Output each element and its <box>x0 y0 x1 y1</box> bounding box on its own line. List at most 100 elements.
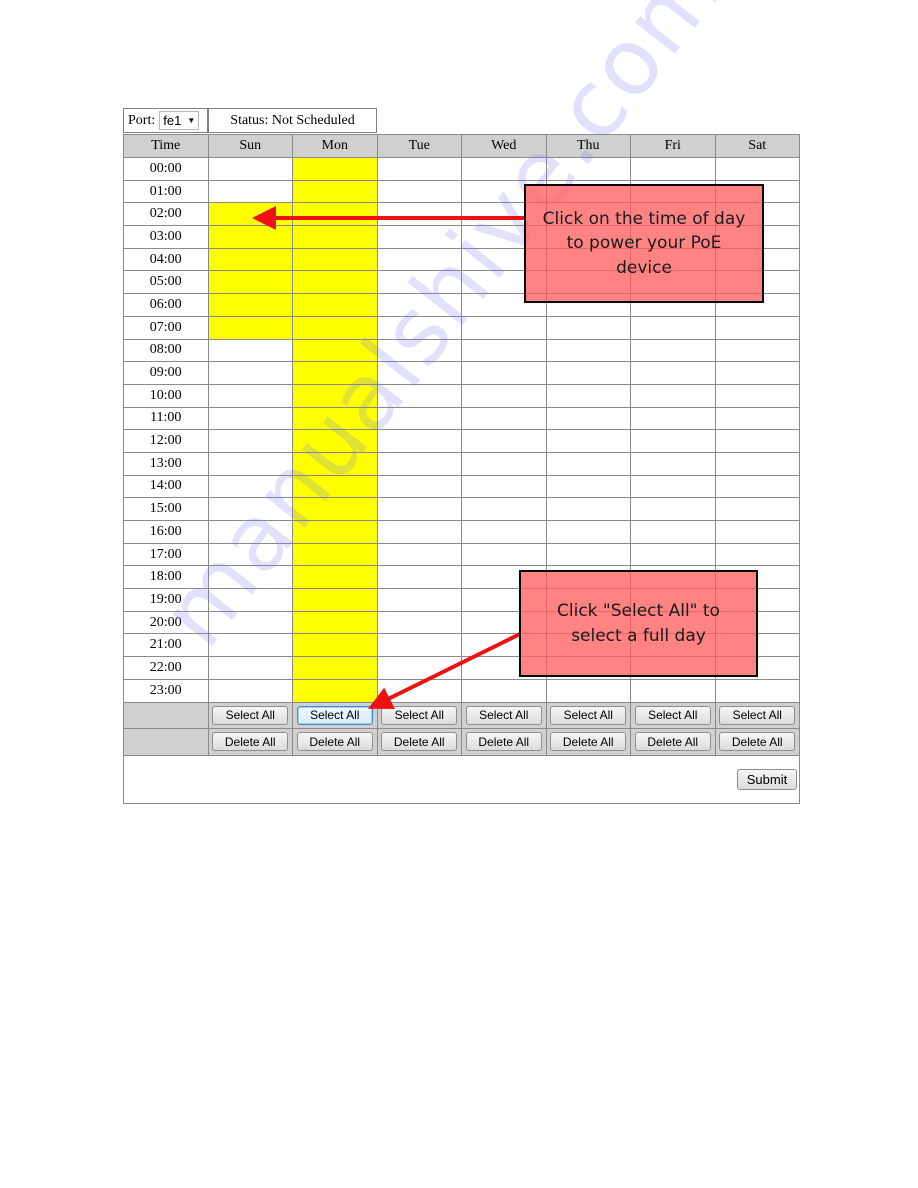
time-slot-sun-0400[interactable] <box>207 247 293 272</box>
time-slot-sat-0900[interactable] <box>714 361 800 385</box>
time-slot-sun-0500[interactable] <box>207 270 293 295</box>
time-slot-sat-1100[interactable] <box>714 406 800 431</box>
time-slot-tue-2100[interactable] <box>376 633 462 658</box>
time-slot-fri-1200[interactable] <box>630 429 716 453</box>
time-slot-sat-2300[interactable] <box>714 678 800 703</box>
time-slot-fri-0700[interactable] <box>630 315 716 340</box>
time-slot-sun-1400[interactable] <box>207 474 293 499</box>
time-slot-mon-1400[interactable] <box>292 474 378 499</box>
time-slot-sun-2300[interactable] <box>207 678 293 703</box>
time-slot-sun-0900[interactable] <box>207 361 293 385</box>
time-slot-mon-2000[interactable] <box>292 610 378 635</box>
time-slot-fri-1000[interactable] <box>630 383 716 408</box>
time-slot-sat-1600[interactable] <box>714 520 800 544</box>
time-slot-sun-0700[interactable] <box>207 315 293 340</box>
time-slot-mon-2300[interactable] <box>292 678 378 703</box>
time-slot-mon-1900[interactable] <box>292 588 378 612</box>
time-slot-mon-0500[interactable] <box>292 270 378 295</box>
time-slot-tue-0700[interactable] <box>376 315 462 340</box>
time-slot-sun-1700[interactable] <box>207 542 293 567</box>
time-slot-fri-1300[interactable] <box>630 451 716 476</box>
time-slot-mon-1800[interactable] <box>292 565 378 590</box>
time-slot-mon-2100[interactable] <box>292 633 378 658</box>
time-slot-wed-1100[interactable] <box>461 406 547 431</box>
time-slot-wed-0000[interactable] <box>461 157 547 181</box>
time-slot-tue-1200[interactable] <box>376 429 462 453</box>
time-slot-sun-1200[interactable] <box>207 429 293 453</box>
time-slot-sun-2200[interactable] <box>207 656 293 680</box>
time-slot-sat-1400[interactable] <box>714 474 800 499</box>
time-slot-sun-1600[interactable] <box>207 520 293 544</box>
time-slot-thu-2300[interactable] <box>545 678 631 703</box>
time-slot-mon-1700[interactable] <box>292 542 378 567</box>
time-slot-sat-1300[interactable] <box>714 451 800 476</box>
time-slot-thu-1600[interactable] <box>545 520 631 544</box>
time-slot-sat-0700[interactable] <box>714 315 800 340</box>
time-slot-mon-0000[interactable] <box>292 157 378 181</box>
delete-all-button-sat[interactable]: Delete All <box>719 732 796 752</box>
time-slot-mon-0200[interactable] <box>292 202 378 227</box>
time-slot-mon-1600[interactable] <box>292 520 378 544</box>
time-slot-fri-2300[interactable] <box>630 678 716 703</box>
submit-button[interactable]: Submit <box>737 769 797 790</box>
time-slot-wed-0700[interactable] <box>461 315 547 340</box>
time-slot-sun-1500[interactable] <box>207 497 293 521</box>
time-slot-wed-0800[interactable] <box>461 338 547 363</box>
time-slot-thu-1100[interactable] <box>545 406 631 431</box>
time-slot-sun-0000[interactable] <box>207 157 293 181</box>
time-slot-sun-1300[interactable] <box>207 451 293 476</box>
time-slot-wed-1200[interactable] <box>461 429 547 453</box>
time-slot-tue-1300[interactable] <box>376 451 462 476</box>
time-slot-sun-0200[interactable] <box>207 202 293 227</box>
time-slot-thu-1200[interactable] <box>545 429 631 453</box>
time-slot-tue-1700[interactable] <box>376 542 462 567</box>
time-slot-sat-1000[interactable] <box>714 383 800 408</box>
time-slot-thu-1000[interactable] <box>545 383 631 408</box>
time-slot-mon-1500[interactable] <box>292 497 378 521</box>
time-slot-tue-1000[interactable] <box>376 383 462 408</box>
time-slot-mon-0800[interactable] <box>292 338 378 363</box>
time-slot-fri-1500[interactable] <box>630 497 716 521</box>
time-slot-tue-1600[interactable] <box>376 520 462 544</box>
time-slot-mon-0600[interactable] <box>292 293 378 317</box>
delete-all-button-tue[interactable]: Delete All <box>381 732 458 752</box>
time-slot-sun-2100[interactable] <box>207 633 293 658</box>
select-all-button-sat[interactable]: Select All <box>719 705 796 725</box>
select-all-button-fri[interactable]: Select All <box>634 705 711 725</box>
time-slot-sat-1200[interactable] <box>714 429 800 453</box>
time-slot-tue-1800[interactable] <box>376 565 462 590</box>
time-slot-mon-1300[interactable] <box>292 451 378 476</box>
select-all-button-mon[interactable]: Select All <box>296 705 373 725</box>
time-slot-tue-1900[interactable] <box>376 588 462 612</box>
time-slot-mon-1100[interactable] <box>292 406 378 431</box>
time-slot-thu-0700[interactable] <box>545 315 631 340</box>
time-slot-wed-1600[interactable] <box>461 520 547 544</box>
time-slot-fri-0900[interactable] <box>630 361 716 385</box>
time-slot-sun-0800[interactable] <box>207 338 293 363</box>
time-slot-tue-2300[interactable] <box>376 678 462 703</box>
time-slot-sun-1100[interactable] <box>207 406 293 431</box>
time-slot-tue-0200[interactable] <box>376 202 462 227</box>
time-slot-mon-0100[interactable] <box>292 179 378 204</box>
delete-all-button-fri[interactable]: Delete All <box>634 732 711 752</box>
time-slot-wed-1000[interactable] <box>461 383 547 408</box>
time-slot-tue-2000[interactable] <box>376 610 462 635</box>
delete-all-button-sun[interactable]: Delete All <box>212 732 289 752</box>
time-slot-tue-0800[interactable] <box>376 338 462 363</box>
time-slot-fri-1400[interactable] <box>630 474 716 499</box>
time-slot-sun-0600[interactable] <box>207 293 293 317</box>
time-slot-sun-2000[interactable] <box>207 610 293 635</box>
time-slot-wed-1700[interactable] <box>461 542 547 567</box>
time-slot-tue-0500[interactable] <box>376 270 462 295</box>
port-select[interactable]: fe1 ▼ <box>159 111 200 130</box>
time-slot-tue-1500[interactable] <box>376 497 462 521</box>
select-all-button-tue[interactable]: Select All <box>381 705 458 725</box>
time-slot-thu-1400[interactable] <box>545 474 631 499</box>
select-all-button-thu[interactable]: Select All <box>550 705 627 725</box>
time-slot-sat-0800[interactable] <box>714 338 800 363</box>
select-all-button-wed[interactable]: Select All <box>465 705 542 725</box>
time-slot-sun-0300[interactable] <box>207 225 293 249</box>
time-slot-mon-2200[interactable] <box>292 656 378 680</box>
time-slot-fri-0800[interactable] <box>630 338 716 363</box>
time-slot-mon-0700[interactable] <box>292 315 378 340</box>
